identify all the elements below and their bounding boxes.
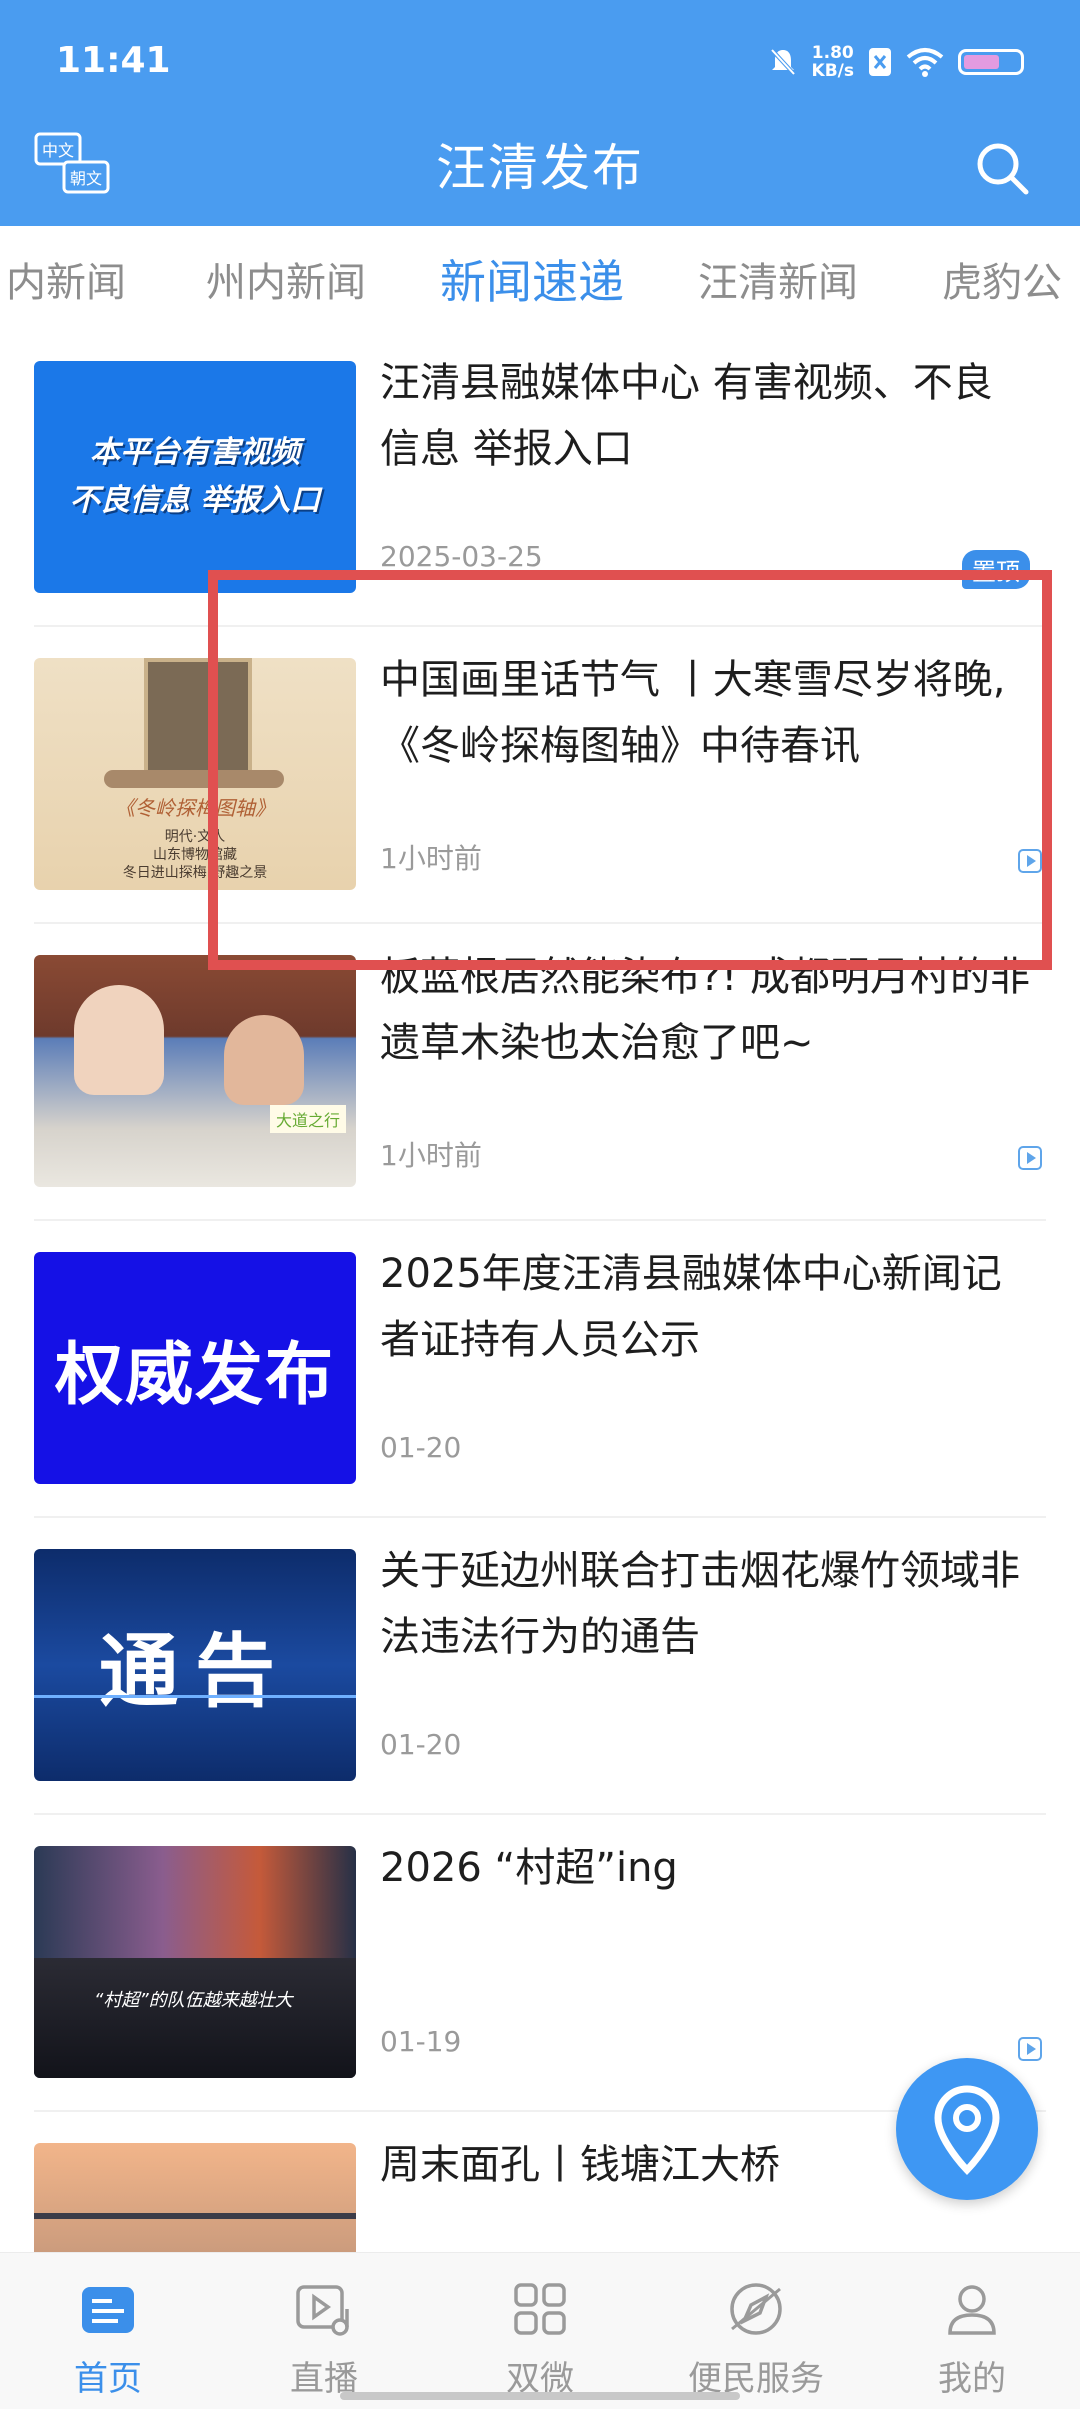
news-title: 2025年度汪清县融媒体中心新闻记者证持有人员公示 — [380, 1251, 1002, 1363]
thumb-bridge — [34, 2213, 356, 2219]
news-thumbnail: 通告 — [34, 1549, 356, 1781]
status-icons: 1.80 KB/s — [768, 40, 1024, 84]
news-title: 汪清县融媒体中心 有害视频、不良信息 举报入口 — [380, 360, 993, 472]
home-indicator[interactable] — [340, 2392, 740, 2400]
user-icon — [948, 2285, 996, 2335]
highlight-box — [208, 570, 1052, 970]
search-icon — [977, 143, 1029, 195]
news-time: 1小时前 — [380, 1139, 482, 1172]
nav-services[interactable]: 便民服务 — [648, 2253, 864, 2409]
news-item-4[interactable]: 通告 关于延边州联合打击烟花爆竹领域非法违法行为的通告 01-20 — [0, 1518, 1080, 1815]
news-thumbnail: “村超”的队伍越来越壮大 — [34, 1846, 356, 2078]
thumb-badge: 大道之行 — [269, 1105, 346, 1133]
grid-icon — [514, 2283, 566, 2335]
news-date: 01-20 — [380, 1431, 462, 1464]
news-title: 2026 “村超”ing — [380, 1845, 678, 1891]
tab-3[interactable]: 汪清新闻 — [698, 250, 858, 308]
battery-icon — [958, 49, 1024, 75]
thumb-text: 不良信息 举报入口 — [69, 483, 321, 518]
nav-home[interactable]: 首页 — [0, 2253, 216, 2409]
thumb-crowd — [34, 1958, 356, 2078]
search-button[interactable] — [974, 140, 1030, 196]
thumb-text: 通告 — [99, 1625, 291, 1718]
tab-1[interactable]: 州内新闻 — [206, 250, 366, 308]
thumb-text: 权威发布 — [54, 1335, 335, 1415]
news-item-3[interactable]: 权威发布 2025年度汪清县融媒体中心新闻记者证持有人员公示 01-20 — [0, 1221, 1080, 1518]
bottom-nav: 首页 直播 双微 便民服务 我的 — [0, 2252, 1080, 2409]
top-bar: 11:41 1.80 KB/s 中文 朝文 汪清发布 — [0, 0, 1080, 226]
nav-live[interactable]: 直播 — [216, 2253, 432, 2409]
status-time: 11:41 — [56, 40, 171, 81]
location-button[interactable] — [896, 2058, 1038, 2200]
thumb-figure — [74, 985, 164, 1095]
news-date: 01-19 — [380, 2025, 462, 2058]
news-thumbnail: 本平台有害视频 不良信息 举报入口 — [34, 361, 356, 593]
news-icon — [82, 2287, 134, 2333]
location-pin-icon — [934, 2085, 1000, 2176]
category-tabs: 内新闻 州内新闻 新闻速递 汪清新闻 虎豹公 — [0, 226, 1080, 328]
news-thumbnail: 大道之行 — [34, 955, 356, 1187]
mute-bell-icon — [770, 48, 796, 76]
thumb-text: 本平台有害视频 — [90, 435, 300, 470]
thumb-caption: “村超”的队伍越来越壮大 — [94, 1990, 293, 2011]
live-play-icon — [296, 2285, 349, 2336]
nav-profile[interactable]: 我的 — [864, 2253, 1080, 2409]
wifi-icon — [906, 48, 944, 77]
thumb-line — [34, 1695, 356, 1698]
video-icon — [1018, 1146, 1042, 1170]
tab-0[interactable]: 内新闻 — [6, 250, 126, 308]
news-title: 关于延边州联合打击烟花爆竹领域非法违法行为的通告 — [380, 1548, 1020, 1660]
page-title: 汪清发布 — [436, 139, 644, 197]
nav-weibo-wechat[interactable]: 双微 — [432, 2253, 648, 2409]
speed-unit: KB/s — [811, 61, 854, 81]
network-speed: 1.80 KB/s — [812, 44, 854, 80]
tab-2-active[interactable]: 新闻速递 — [440, 246, 624, 312]
nav-label: 首页 — [74, 2359, 142, 2399]
nav-label: 我的 — [938, 2359, 1006, 2399]
news-thumbnail: 权威发布 — [34, 1252, 356, 1484]
compass-icon — [730, 2283, 782, 2335]
tab-4[interactable]: 虎豹公 — [942, 250, 1062, 308]
thumb-figure — [224, 1015, 304, 1105]
sim-icon — [869, 48, 891, 76]
battery-level — [964, 55, 1000, 69]
news-date: 01-20 — [380, 1728, 462, 1761]
news-date: 2025-03-25 — [380, 540, 543, 573]
speed-value: 1.80 — [811, 43, 854, 63]
